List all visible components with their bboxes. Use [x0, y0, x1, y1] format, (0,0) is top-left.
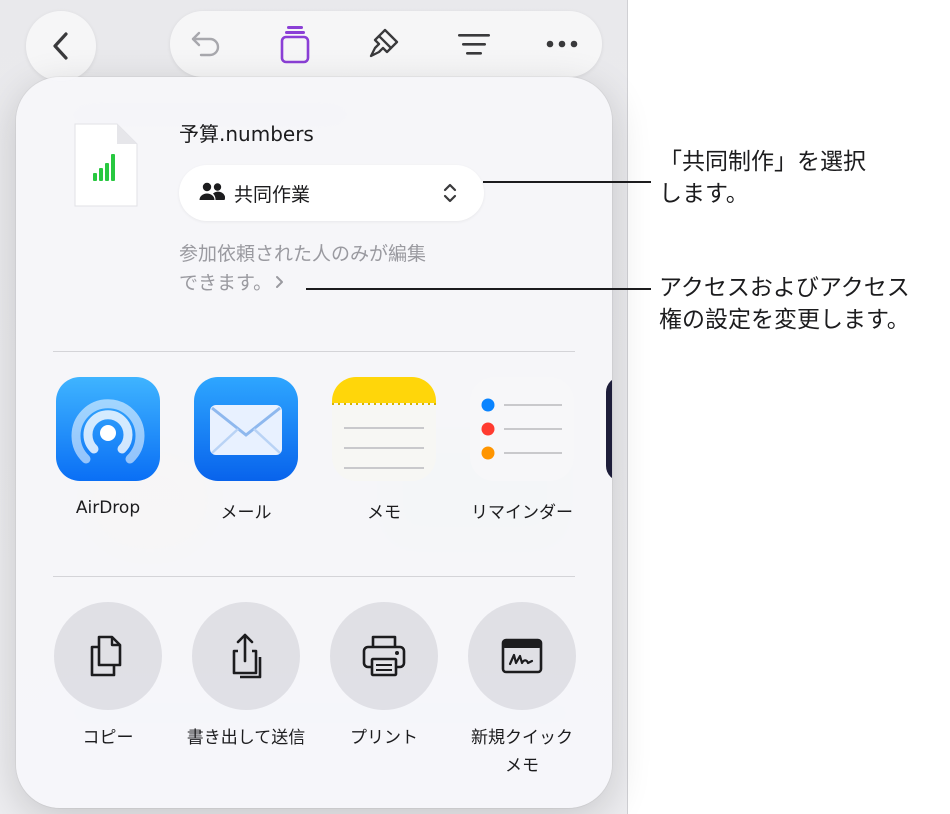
screen-edge: [627, 0, 628, 814]
app-label: リマインダー: [471, 503, 573, 523]
format-brush-icon[interactable]: [363, 24, 403, 64]
action-label-line2: メモ: [505, 756, 539, 776]
print-button[interactable]: [330, 602, 438, 710]
next-app-icon-partial[interactable]: [606, 377, 612, 481]
top-toolbar: [170, 11, 602, 77]
access-description-line2: できます。: [179, 272, 273, 294]
chevron-left-icon: [53, 32, 68, 60]
reminders-icon: [470, 377, 574, 481]
action-label-line1: 新規クイック: [471, 728, 573, 748]
app-label: メール: [220, 503, 272, 523]
action-label: プリント: [350, 728, 418, 748]
callout-leader-line: [483, 181, 651, 183]
numbers-file-icon: [74, 123, 138, 207]
callout-line1: アクセスおよびアクセス: [659, 275, 910, 301]
back-button[interactable]: [26, 11, 96, 81]
app-label: AirDrop: [75, 498, 141, 518]
callout-access: アクセスおよびアクセス 権の設定を変更します。: [659, 272, 910, 336]
callout-line2: 権の設定を変更します。: [659, 307, 910, 333]
copy-icon: [90, 635, 122, 677]
airdrop-icon: [56, 377, 160, 481]
share-icon[interactable]: [275, 24, 315, 64]
callout-line1: 「共同制作」を選択: [659, 149, 866, 175]
quick-note-button[interactable]: [468, 602, 576, 710]
document-setup-icon[interactable]: [454, 24, 494, 64]
more-icon[interactable]: [542, 24, 582, 64]
copy-button[interactable]: [54, 602, 162, 710]
action-label: 書き出して送信: [186, 728, 306, 748]
app-mail[interactable]: メール: [191, 377, 301, 523]
divider: [53, 576, 575, 577]
divider: [53, 351, 575, 352]
action-label: コピー: [82, 728, 134, 748]
app-label: メモ: [367, 503, 401, 523]
file-name: 予算.numbers: [179, 122, 314, 146]
collaboration-option-label: 共同作業: [234, 184, 311, 206]
collaboration-selector[interactable]: 共同作業: [179, 165, 484, 221]
access-description-line1: 参加依頼された人のみが編集: [179, 243, 427, 265]
undo-icon[interactable]: [186, 24, 226, 64]
action-label: 新規クイック メモ: [452, 724, 592, 780]
callout-collaboration: 「共同制作」を選択 します。: [659, 146, 866, 210]
callout-leader-line: [306, 288, 651, 290]
action-quick-note[interactable]: 新規クイック メモ: [452, 602, 592, 780]
chevron-right-icon: [276, 276, 284, 288]
export-icon: [232, 633, 262, 679]
people-icon: [199, 182, 225, 200]
action-copy[interactable]: コピー: [38, 602, 178, 752]
action-export[interactable]: 書き出して送信: [176, 602, 316, 752]
notes-icon: [332, 377, 436, 481]
callout-line2: します。: [659, 181, 749, 207]
quick-note-icon: [501, 638, 543, 674]
share-sheet: 予算.numbers 共同作業 参加依頼された人のみが編集 できます。 AirD…: [16, 77, 612, 808]
app-airdrop[interactable]: AirDrop: [53, 377, 163, 518]
action-print[interactable]: プリント: [314, 602, 454, 752]
app-reminders[interactable]: リマインダー: [467, 377, 577, 523]
printer-icon: [362, 635, 406, 677]
app-notes[interactable]: メモ: [329, 377, 439, 523]
chevron-up-down-icon: [443, 183, 457, 203]
mail-icon: [194, 377, 298, 481]
export-button[interactable]: [192, 602, 300, 710]
